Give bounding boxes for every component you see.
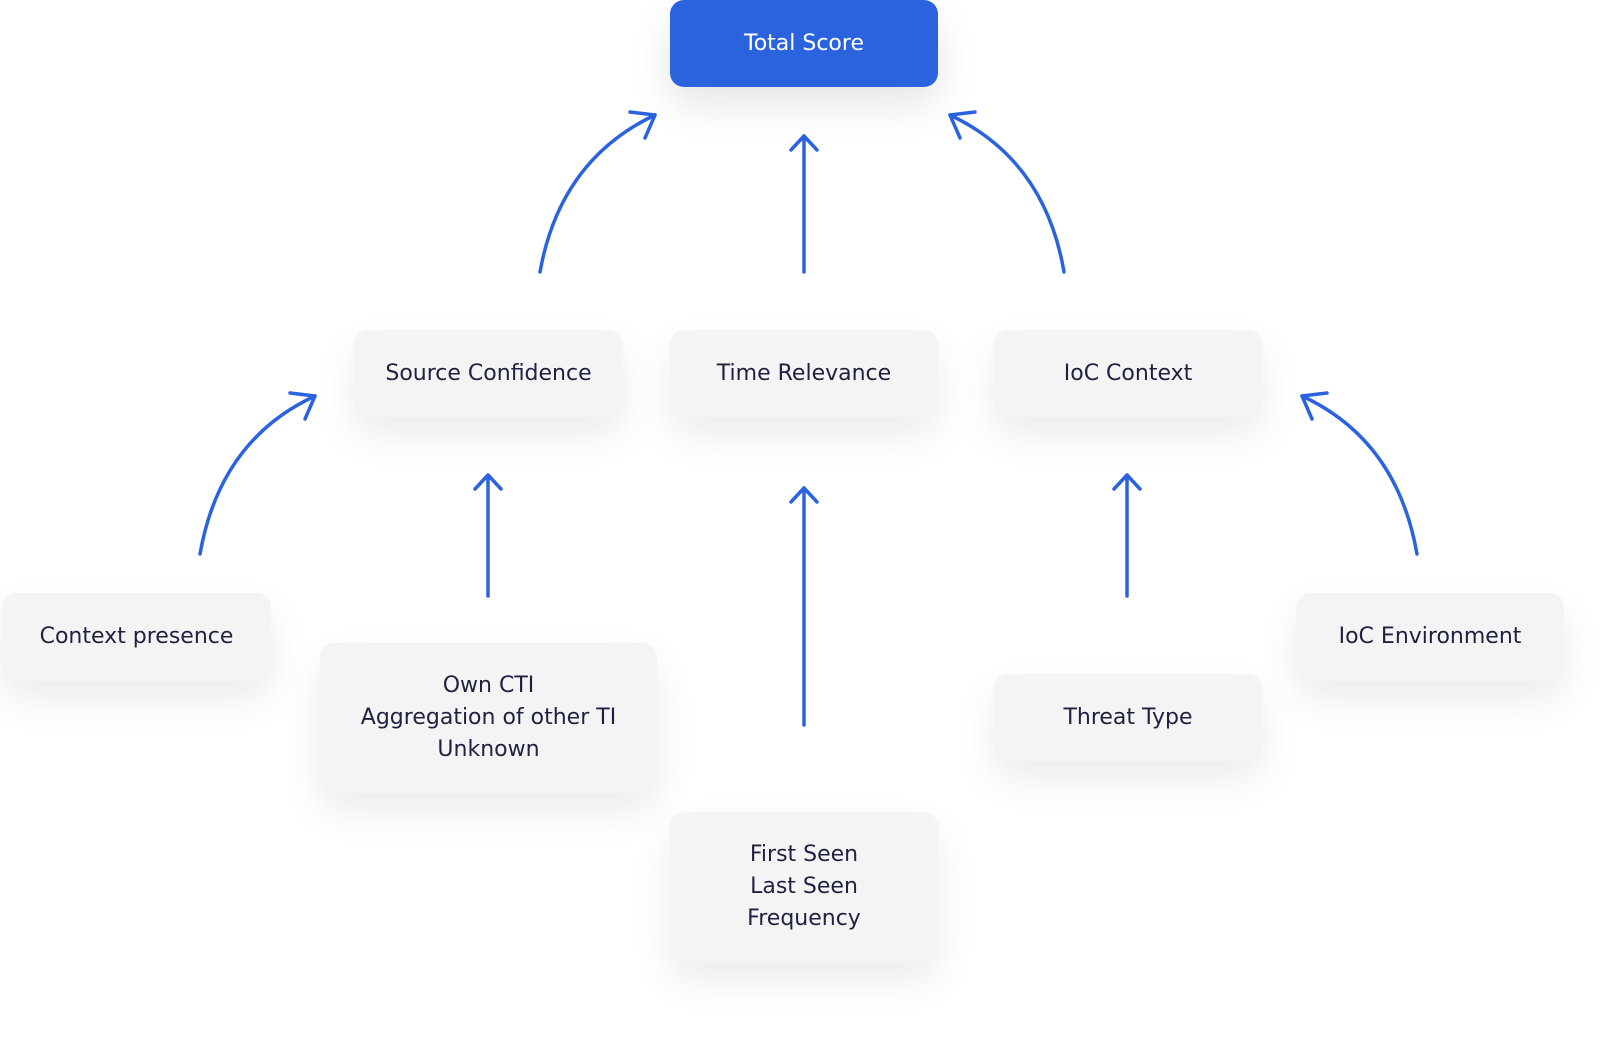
arrow-time-relevance-to-total-score bbox=[789, 134, 819, 274]
node-ioc-context: IoC Context bbox=[994, 330, 1262, 417]
arrow-context-presence-to-source-confidence bbox=[198, 391, 317, 556]
arrow-ioc-context-to-total-score bbox=[948, 110, 1066, 274]
node-context-presence: Context presence bbox=[2, 593, 271, 681]
arrow-own-cti-to-source-confidence bbox=[473, 473, 503, 598]
node-own-cti: Own CTI Aggregation of other TI Unknown bbox=[320, 643, 657, 793]
arrow-first-seen-to-time-relevance bbox=[789, 486, 819, 727]
node-threat-type: Threat Type bbox=[994, 674, 1262, 761]
node-ioc-environment: IoC Environment bbox=[1296, 593, 1564, 681]
node-source-confidence: Source Confidence bbox=[354, 330, 623, 417]
arrow-source-confidence-to-total-score bbox=[538, 110, 657, 274]
node-first-seen: First Seen Last Seen Frequency bbox=[670, 812, 938, 962]
arrow-threat-type-to-ioc-context bbox=[1112, 473, 1142, 598]
node-total-score: Total Score bbox=[670, 0, 938, 87]
arrow-ioc-environment-to-ioc-context bbox=[1300, 391, 1419, 556]
node-time-relevance: Time Relevance bbox=[670, 330, 938, 417]
